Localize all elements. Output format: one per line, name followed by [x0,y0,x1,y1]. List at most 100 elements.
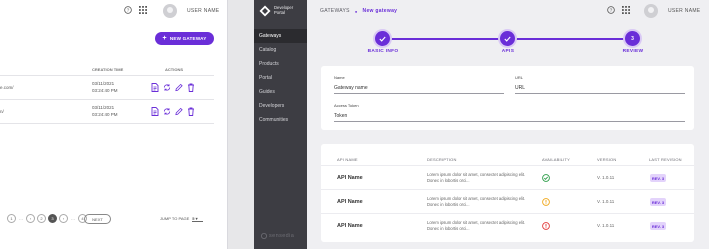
apps-grid-icon[interactable] [622,6,630,14]
gateway-table: CREATION TIME ACTIONS e.com/ 03/11/2021 … [0,62,214,124]
sidebar-item-communities[interactable]: Communities [254,113,307,127]
document-icon[interactable] [151,83,159,92]
creation-date: 03/11/2021 [92,105,115,110]
pagination-ellipsis: … [19,216,23,221]
col-creation-time: CREATION TIME [92,67,124,72]
developer-portal-logo[interactable]: Developer Portal [259,5,293,17]
gateway-list-screen: ? USER NAME + NEW GATEWAY CREATION TIME … [0,0,228,249]
topbar: GATEWAYS ● New gateway ? USER NAME [307,0,709,22]
col-version: VERSION [597,157,617,162]
stepper: 3 BASIC INFO APIS REVIEW [307,27,709,57]
document-icon[interactable] [151,107,159,116]
available-check-icon [542,174,550,182]
warning-icon [542,198,550,206]
jump-to-page: JUMP TO PAGE 5 ▾ [160,216,204,222]
table-row[interactable]: API Name Lorem ipsum dolor sit amet, con… [321,189,694,213]
creation-date: 03/11/2021 [92,81,115,86]
sidebar-item-guides[interactable]: Guides [254,85,307,99]
api-table-header: API NAME DESCRIPTION AVAILABILITY VERSIO… [321,144,694,166]
creation-time: 03/11/2021 03:24:40 PM [92,105,118,118]
sensedia-brand: sensedia [261,233,294,239]
step-review[interactable]: 3 [625,31,640,46]
sidebar-item-portal[interactable]: Portal [254,71,307,85]
help-icon[interactable]: ? [124,6,132,14]
page-button[interactable]: 2 [37,214,46,223]
avatar[interactable] [163,4,177,18]
access-token-label: Access Token [334,103,359,108]
trash-icon[interactable] [187,83,195,92]
step-label-basic-info: BASIC INFO [367,49,399,54]
step-connector [381,38,505,40]
error-icon [542,222,550,230]
check-icon [379,36,386,42]
left-header-icons: ? [124,6,147,14]
new-gateway-button[interactable]: + NEW GATEWAY [155,32,214,45]
api-description: Lorem ipsum dolor sit amet, consectet ad… [427,172,526,183]
sync-icon[interactable] [163,83,171,92]
breadcrumb-separator-icon: ● [354,8,358,14]
url-field[interactable]: URL [515,83,685,94]
logo-line2: Portal [274,10,285,15]
breadcrumb-gateways[interactable]: GATEWAYS [320,8,350,14]
revision-badge: REV. 3 [650,222,666,230]
col-actions: ACTIONS [165,67,183,72]
api-list-card: API NAME DESCRIPTION AVAILABILITY VERSIO… [321,144,694,242]
prev-page-button[interactable]: ‹ [26,214,35,223]
table-row[interactable]: n/ 03/11/2021 03:24:40 PM [0,100,214,124]
step-basic-info[interactable] [375,31,390,46]
svg-text:?: ? [610,8,613,14]
url-label: URL [515,75,524,80]
api-name: API Name [337,175,363,181]
step-label-apis: APIS [501,49,515,54]
sidebar-item-developers[interactable]: Developers [254,99,307,113]
access-token-field[interactable]: Token [334,111,685,122]
jump-label: JUMP TO PAGE [160,216,190,221]
breadcrumb: GATEWAYS ● New gateway [320,8,397,14]
api-version: V. 1.0.11 [597,223,615,228]
sync-icon[interactable] [163,107,171,116]
logo-icon [259,5,271,17]
gateway-info-card: Name Gateway name URL URL Access Token T… [321,66,694,130]
next-button[interactable]: NEXT [84,214,111,224]
edit-icon[interactable] [175,83,183,92]
api-description: Lorem ipsum dolor sit amet, consectet ad… [427,220,526,231]
step-apis[interactable] [500,31,515,46]
breadcrumb-current: New gateway [362,8,398,14]
page-button-current[interactable]: 3 [48,214,57,223]
step-label-review: REVIEW [622,49,644,54]
apps-grid-icon[interactable] [139,6,147,14]
trash-icon[interactable] [187,107,195,116]
user-name[interactable]: USER NAME [668,8,700,14]
page-button[interactable]: 1 [7,214,16,223]
sidebar-item-gateways[interactable]: Gateways [254,29,307,43]
api-name: API Name [337,199,363,205]
chevron-left-icon: ‹ [29,216,32,221]
check-icon [504,36,511,42]
next-page-arrow[interactable]: › [59,214,68,223]
step-connector [507,38,631,40]
sidebar-item-catalog[interactable]: Catalog [254,43,307,57]
edit-icon[interactable] [175,107,183,116]
row-actions [151,107,195,116]
chevron-right-icon: › [62,216,65,221]
jump-page-select[interactable]: 5 ▾ [192,216,204,222]
pagination: 1 … ‹ 2 3 › … 4 [7,214,87,223]
api-version: V. 1.0.11 [597,175,615,180]
user-name[interactable]: USER NAME [187,8,219,14]
plus-icon: + [162,34,167,42]
help-icon[interactable]: ? [607,6,615,14]
col-last-revision: LAST REVISION [649,157,682,162]
svg-text:?: ? [127,8,130,14]
table-row[interactable]: API Name Lorem ipsum dolor sit amet, con… [321,213,694,237]
avatar[interactable] [644,4,658,18]
logo-text: Developer Portal [274,5,293,16]
table-header: CREATION TIME ACTIONS [0,62,214,76]
sidebar-item-products[interactable]: Products [254,57,307,71]
jump-page-value: 5 [192,216,195,221]
creation-hour: 03:24:40 PM [92,111,118,117]
table-row[interactable]: API Name Lorem ipsum dolor sit amet, con… [321,165,694,189]
gateway-url: e.com/ [0,85,14,90]
header-icons: ? [607,6,630,14]
name-field[interactable]: Gateway name [334,83,504,94]
table-row[interactable]: e.com/ 03/11/2021 03:24:40 PM [0,76,214,100]
